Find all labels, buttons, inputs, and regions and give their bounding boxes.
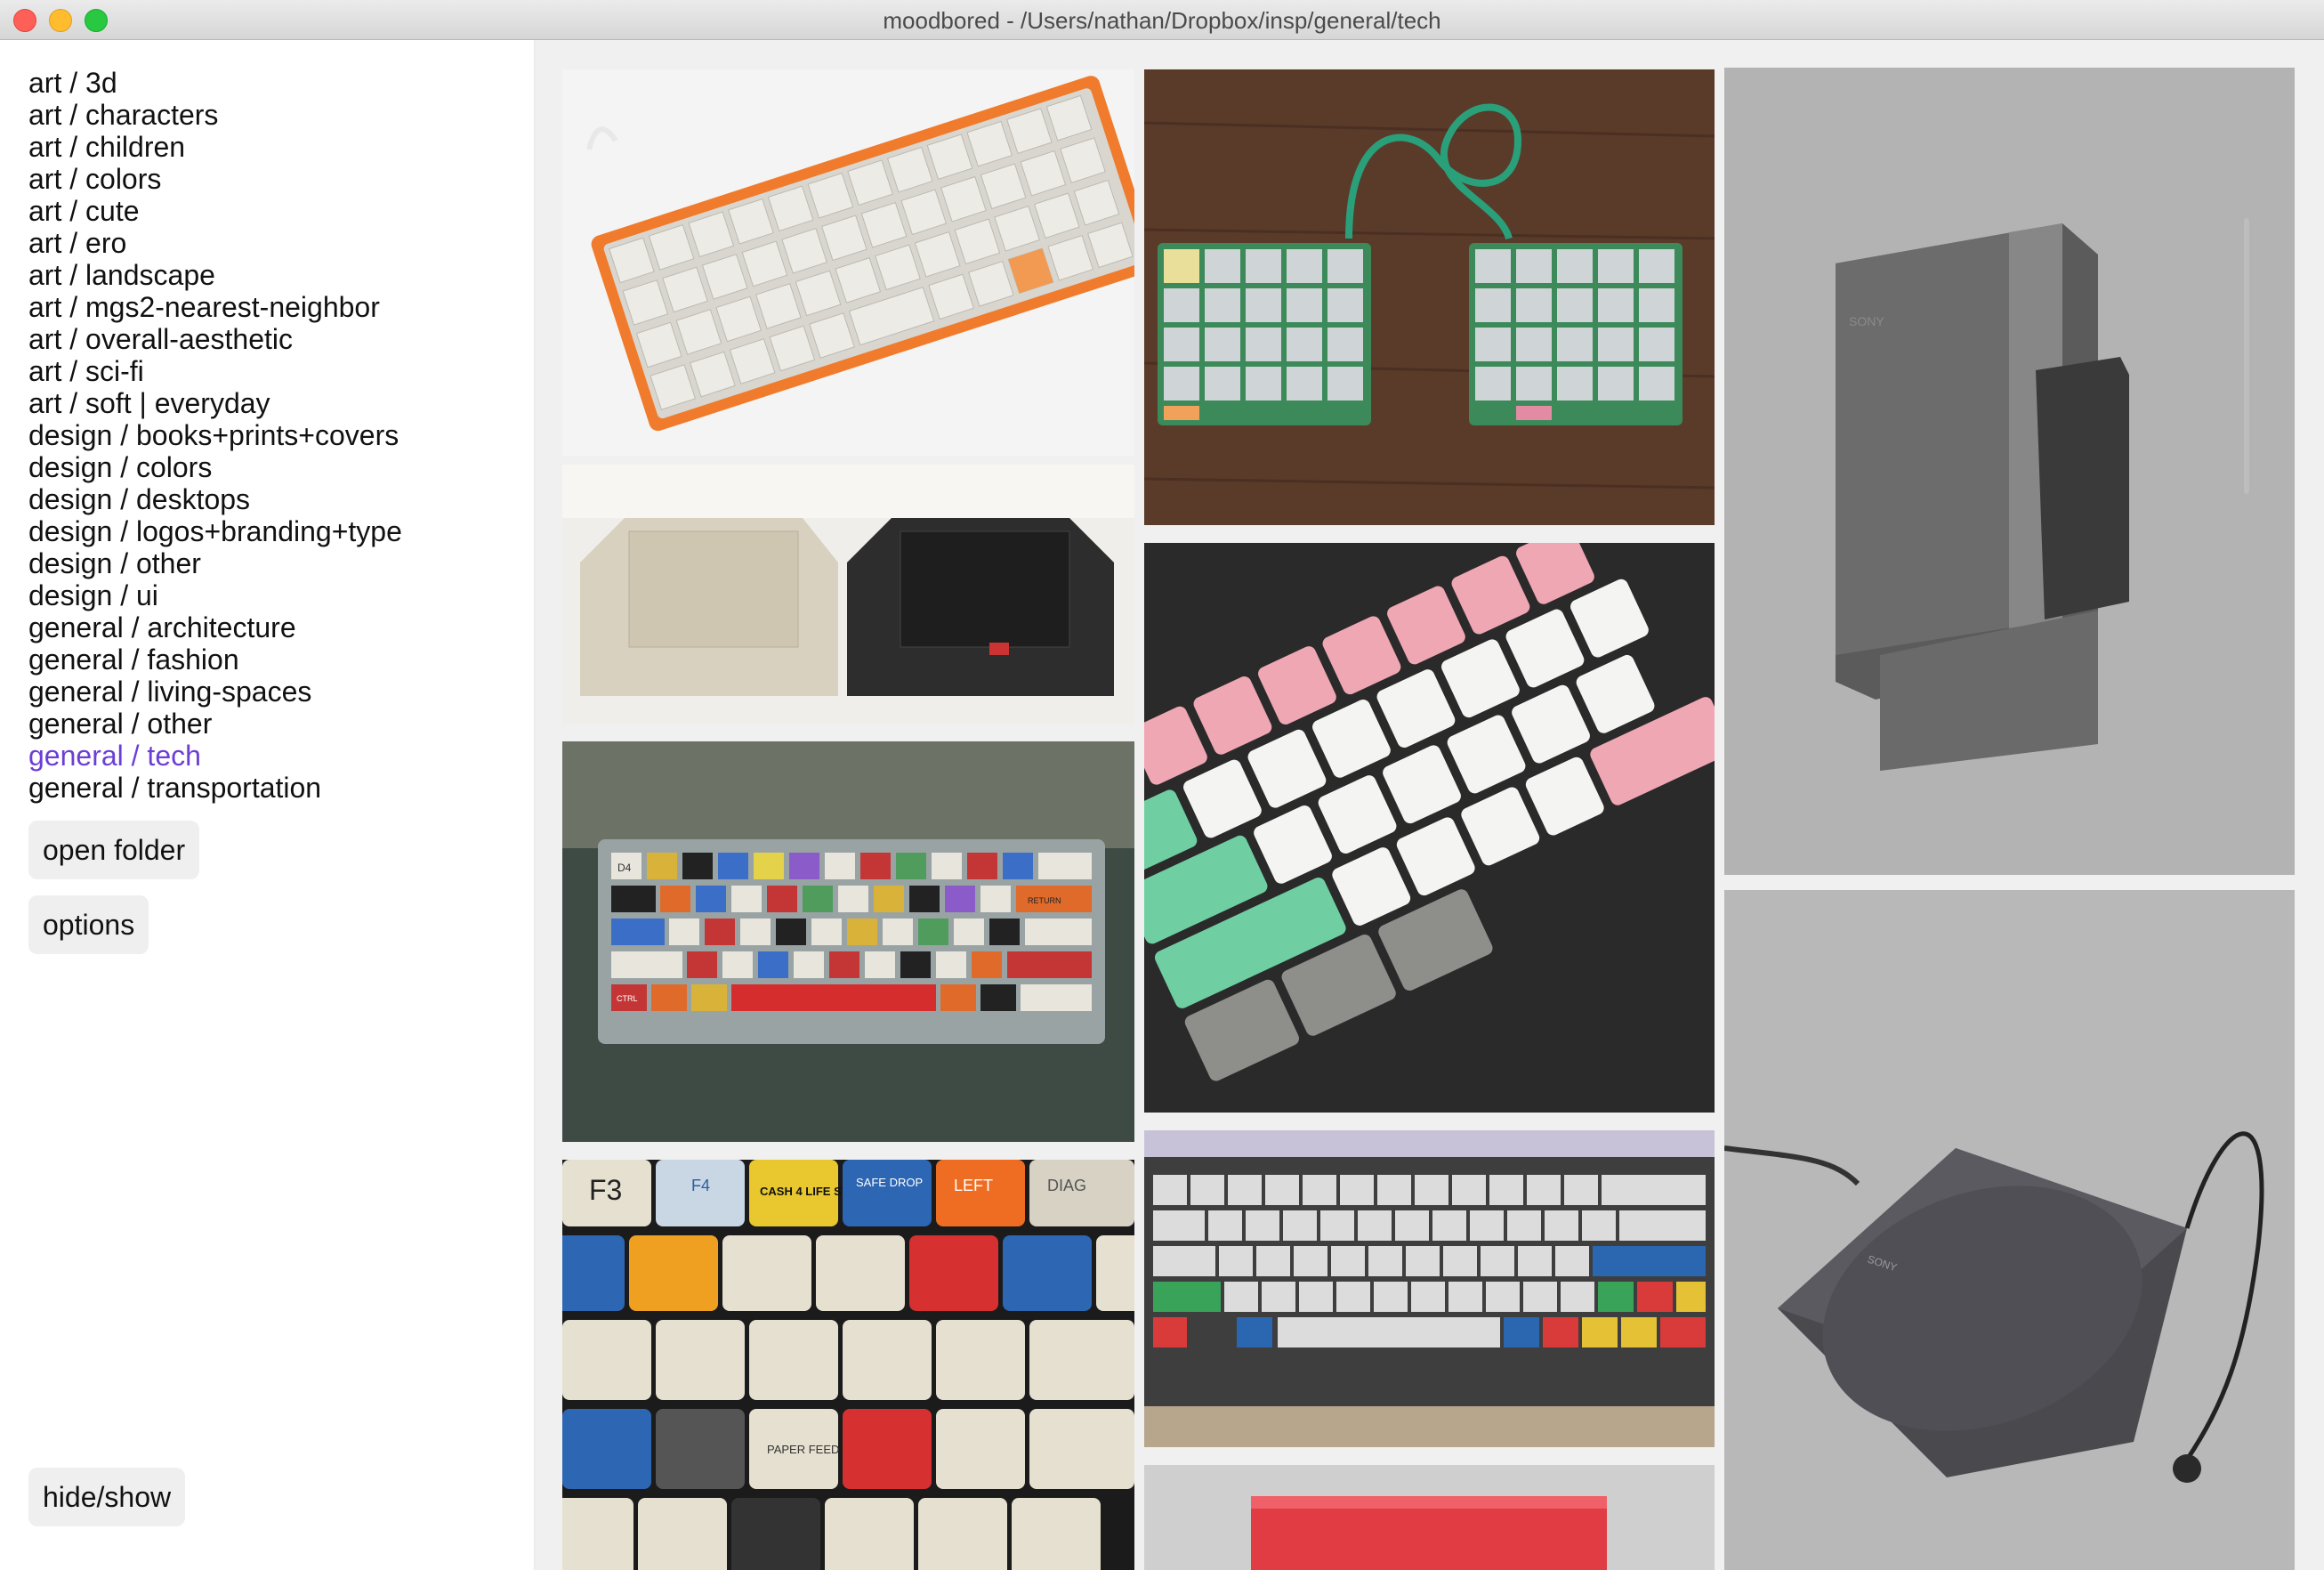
category-item[interactable]: general / transportation: [28, 772, 402, 804]
gallery-image-retro-keyboard[interactable]: D4 RETURN CTRL: [562, 741, 1134, 1142]
gallery-image-grey-keyboard[interactable]: [1144, 1130, 1715, 1447]
options-button[interactable]: options: [28, 895, 149, 954]
open-folder-button[interactable]: open folder: [28, 821, 200, 879]
gallery-image-split-keyboard[interactable]: [1144, 69, 1715, 525]
keycap-legend: DIAG: [1047, 1177, 1086, 1194]
hide-show-button[interactable]: hide/show: [28, 1468, 186, 1526]
category-item[interactable]: art / ero: [28, 227, 402, 259]
category-item[interactable]: art / landscape: [28, 259, 402, 291]
gallery-image-red-device[interactable]: [1144, 1465, 1715, 1570]
keycap-legend: PAPER FEED: [767, 1443, 839, 1456]
category-item-active[interactable]: general / tech: [28, 740, 402, 772]
gallery-image-pastel-keycaps[interactable]: [1144, 543, 1715, 1113]
gallery-image-keycap-closeup[interactable]: F3 F4 CASH 4 LIFE STR/BOX SAFE DROP LEFT…: [562, 1160, 1134, 1570]
category-item[interactable]: design / colors: [28, 451, 402, 483]
keycap-legend: F4: [691, 1177, 710, 1194]
category-item[interactable]: general / fashion: [28, 643, 402, 676]
gallery-image-sony-cd-player[interactable]: SONY: [1724, 890, 2295, 1570]
keycap-legend: F3: [589, 1174, 622, 1206]
category-item[interactable]: design / desktops: [28, 483, 402, 515]
svg-text:SONY: SONY: [1849, 314, 1884, 328]
category-item[interactable]: art / 3d: [28, 67, 402, 99]
category-item[interactable]: art / sci-fi: [28, 355, 402, 387]
category-item[interactable]: general / living-spaces: [28, 676, 402, 708]
window-titlebar: moodbored - /Users/nathan/Dropbox/insp/g…: [0, 0, 2324, 40]
category-item[interactable]: art / soft | everyday: [28, 387, 402, 419]
gallery-image-panasonic-consoles[interactable]: [562, 465, 1134, 724]
image-gallery: D4 RETURN CTRL F3 F4 CASH 4 LIFE STR/BOX…: [535, 40, 2324, 1570]
window-title: moodbored - /Users/nathan/Dropbox/insp/g…: [883, 7, 1441, 34]
sidebar: art / 3d art / characters art / children…: [0, 40, 535, 1570]
gallery-image-sony-walkman[interactable]: SONY: [1724, 68, 2295, 875]
category-item[interactable]: art / children: [28, 131, 402, 163]
category-item[interactable]: general / other: [28, 708, 402, 740]
category-item[interactable]: art / overall-aesthetic: [28, 323, 402, 355]
gallery-scrollbar[interactable]: [2244, 218, 2249, 494]
keycap-legend: SAFE DROP: [856, 1176, 923, 1189]
keycap-legend: LEFT: [954, 1177, 993, 1194]
category-item[interactable]: art / characters: [28, 99, 402, 131]
keycap-legend: CTRL: [617, 994, 638, 1003]
category-item[interactable]: design / ui: [28, 579, 402, 611]
category-list: art / 3d art / characters art / children…: [28, 67, 402, 804]
category-item[interactable]: art / mgs2-nearest-neighbor: [28, 291, 402, 323]
category-item[interactable]: design / other: [28, 547, 402, 579]
keycap-legend: RETURN: [1028, 896, 1061, 905]
category-item[interactable]: art / colors: [28, 163, 402, 195]
keycap-legend: D4: [617, 862, 632, 874]
category-item[interactable]: design / logos+branding+type: [28, 515, 402, 547]
gallery-image-orange-keyboard[interactable]: [562, 69, 1134, 456]
category-item[interactable]: general / architecture: [28, 611, 402, 643]
category-item[interactable]: art / cute: [28, 195, 402, 227]
category-item[interactable]: design / books+prints+covers: [28, 419, 402, 451]
